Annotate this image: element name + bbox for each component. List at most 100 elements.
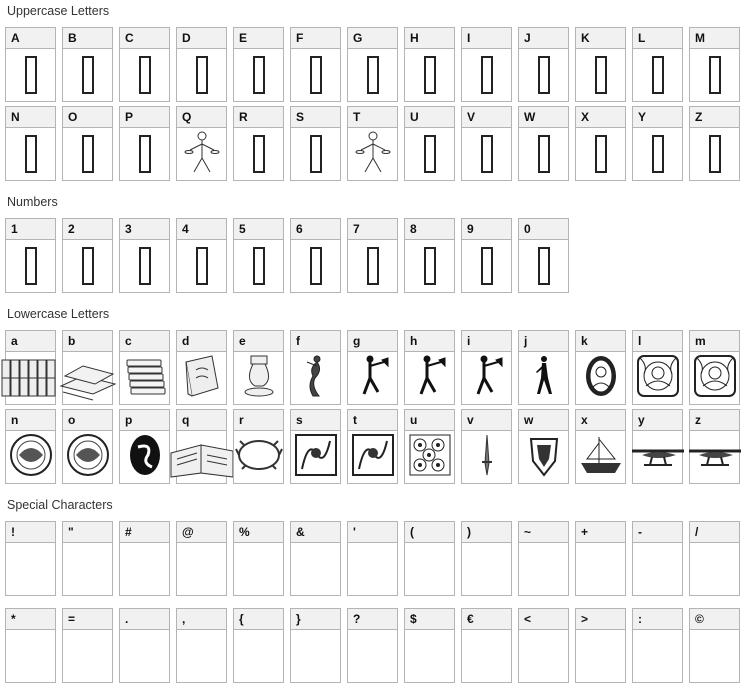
glyph-cell-upper[interactable]: Y [632,106,683,181]
glyph-cell-lower[interactable]: p [119,409,170,484]
glyph-cell-upper[interactable]: R [233,106,284,181]
missing-glyph-box-icon [138,135,151,173]
glyph-cell-lower[interactable]: m [689,330,740,405]
glyph-cell-num[interactable]: 3 [119,218,170,293]
glyph-preview [405,240,454,292]
glyph-cell-special[interactable]: } [290,608,341,683]
glyph-cell-upper[interactable]: M [689,27,740,102]
glyph-cell-lower[interactable]: f [290,330,341,405]
missing-glyph-box-icon [24,56,37,94]
glyph-cell-upper[interactable]: T [347,106,398,181]
glyph-cell-special[interactable]: ) [461,521,512,596]
glyph-cell-upper[interactable]: A [5,27,56,102]
glyph-cell-lower[interactable]: a [1,330,56,405]
glyph-cell-upper[interactable]: O [62,106,113,181]
glyph-cell-upper[interactable]: B [62,27,113,102]
glyph-cell-special[interactable]: : [632,608,683,683]
glyph-cell-lower[interactable]: q [170,409,233,484]
glyph-cell-num[interactable]: 5 [233,218,284,293]
glyph-cell-upper[interactable]: J [518,27,569,102]
glyph-cell-lower[interactable]: l [632,330,683,405]
glyph-cell-upper[interactable]: S [290,106,341,181]
glyph-cell-label: 5 [234,219,283,240]
glyph-cell-upper[interactable]: Q [176,106,227,181]
glyph-cell-upper[interactable]: C [119,27,170,102]
glyph-cell-num[interactable]: 2 [62,218,113,293]
glyph-cell-lower[interactable]: i [461,330,512,405]
glyph-cell-lower[interactable]: b [58,330,117,405]
glyph-cell-upper[interactable]: Z [689,106,740,181]
glyph-cell-num[interactable]: 0 [518,218,569,293]
glyph-cell-special[interactable]: + [575,521,626,596]
glyph-cell-upper[interactable]: P [119,106,170,181]
glyph-preview [63,431,112,483]
glyph-cell-special[interactable]: $ [404,608,455,683]
glyph-cell-lower[interactable]: y [631,409,684,484]
missing-glyph-box-icon [480,135,493,173]
glyph-cell-lower[interactable]: r [233,409,284,484]
glyph-cell-lower[interactable]: k [575,330,626,405]
glyph-cell-special[interactable]: ( [404,521,455,596]
glyph-cell-upper[interactable]: N [5,106,56,181]
glyph-cell-lower[interactable]: t [347,409,398,484]
glyph-cell-lower[interactable]: n [5,409,56,484]
glyph-cell-upper[interactable]: V [461,106,512,181]
glyph-cell-special[interactable]: ? [347,608,398,683]
glyph-cell-special[interactable]: . [119,608,170,683]
missing-glyph-box-icon [366,56,379,94]
glyph-cell-upper[interactable]: W [518,106,569,181]
glyph-preview [462,630,511,682]
glyph-cell-special[interactable]: & [290,521,341,596]
glyph-cell-lower[interactable]: o [62,409,113,484]
glyph-cell-special[interactable]: - [632,521,683,596]
glyph-cell-lower[interactable]: g [347,330,398,405]
glyph-cell-special[interactable]: ~ [518,521,569,596]
glyph-cell-special[interactable]: { [233,608,284,683]
glyph-cell-lower[interactable]: s [290,409,341,484]
glyph-cell-num[interactable]: 8 [404,218,455,293]
glyph-cell-lower[interactable]: w [518,409,569,484]
glyph-cell-label: o [63,410,112,431]
glyph-cell-lower[interactable]: v [461,409,512,484]
glyph-cell-special[interactable]: > [575,608,626,683]
glyph-cell-num[interactable]: 4 [176,218,227,293]
glyph-cell-lower[interactable]: c [119,330,170,405]
glyph-cell-special[interactable]: @ [176,521,227,596]
glyph-cell-special[interactable]: , [176,608,227,683]
glyph-cell-num[interactable]: 7 [347,218,398,293]
trumpeter-icon [470,354,504,403]
glyph-cell-lower[interactable]: j [518,330,569,405]
glyph-cell-upper[interactable]: K [575,27,626,102]
glyph-cell-special[interactable]: " [62,521,113,596]
glyph-cell-special[interactable]: * [5,608,56,683]
glyph-cell-upper[interactable]: D [176,27,227,102]
glyph-cell-label: R [234,107,283,128]
glyph-cell-special[interactable]: € [461,608,512,683]
glyph-cell-lower[interactable]: z [688,409,741,484]
glyph-cell-lower[interactable]: e [233,330,284,405]
glyph-cell-lower[interactable]: d [176,330,227,405]
glyph-cell-upper[interactable]: X [575,106,626,181]
glyph-cell-lower[interactable]: u [404,409,455,484]
glyph-cell-num[interactable]: 6 [290,218,341,293]
glyph-cell-special[interactable]: = [62,608,113,683]
glyph-cell-special[interactable]: © [689,608,740,683]
glyph-cell-upper[interactable]: U [404,106,455,181]
glyph-cell-upper[interactable]: G [347,27,398,102]
glyph-cell-num[interactable]: 1 [5,218,56,293]
glyph-cell-upper[interactable]: F [290,27,341,102]
glyph-cell-special[interactable]: ! [5,521,56,596]
glyph-cell-lower[interactable]: h [404,330,455,405]
glyph-cell-special[interactable]: % [233,521,284,596]
glyph-cell-special[interactable]: ' [347,521,398,596]
glyph-cell-upper[interactable]: E [233,27,284,102]
glyph-cell-special[interactable]: < [518,608,569,683]
glyph-cell-upper[interactable]: L [632,27,683,102]
glyph-preview [462,49,511,101]
glyph-cell-lower[interactable]: x [575,409,626,484]
glyph-cell-special[interactable]: / [689,521,740,596]
glyph-cell-upper[interactable]: I [461,27,512,102]
glyph-cell-special[interactable]: # [119,521,170,596]
glyph-cell-upper[interactable]: H [404,27,455,102]
glyph-cell-num[interactable]: 9 [461,218,512,293]
